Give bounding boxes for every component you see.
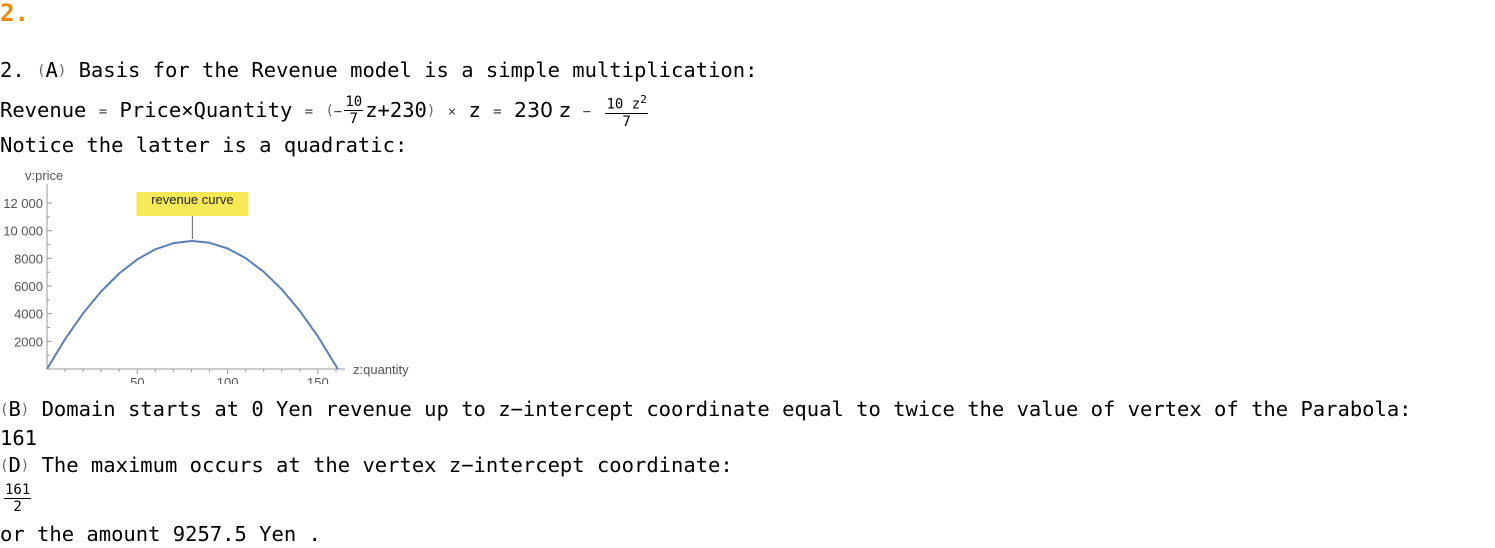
y-tick-label: 10 000	[3, 224, 43, 239]
rhs-term: 230 z	[513, 97, 571, 122]
times-sign: ×	[447, 103, 457, 120]
close-paren: )	[57, 63, 67, 79]
part-b-letter: B	[8, 397, 21, 421]
vertex-fraction: 161 2	[4, 482, 32, 515]
y-tick-label: 6000	[14, 279, 43, 294]
quadratic-fraction: 10 z2 7	[605, 92, 648, 130]
chart-ticks: 50 100 150 2000 4000 6000 8000 10 000 12 000	[3, 196, 337, 384]
x-tick-label: 150	[307, 375, 329, 384]
part-b-text: Domain starts at 0 Yen revenue up to z−i…	[41, 397, 1412, 421]
quadratic-denominator: 7	[622, 113, 631, 130]
linear-term: z+230	[365, 97, 427, 122]
y-tick-label: 4000	[14, 307, 43, 322]
quadratic-numerator: 10 z2	[605, 92, 648, 114]
slope-fraction: 10 7	[344, 94, 364, 128]
part-a-letter: A	[45, 58, 58, 82]
notice-line: Notice the latter is a quadratic:	[0, 133, 408, 157]
formula-lhs: Revenue	[0, 97, 87, 122]
close-paren: )	[20, 458, 30, 474]
close-paren: )	[20, 402, 30, 418]
y-tick-label: 2000	[14, 334, 43, 349]
quadratic-numerator-base: 10 z	[606, 96, 641, 113]
x-tick-label: 50	[130, 375, 144, 384]
part-d-letter: D	[8, 453, 21, 477]
minus-sign: −	[333, 103, 343, 120]
open-paren: (	[325, 102, 334, 119]
revenue-curve-line	[46, 239, 339, 370]
vertex-numerator: 161	[4, 482, 32, 499]
y-tick-label: 12 000	[3, 196, 43, 211]
formula-product: Price×Quantity	[119, 97, 293, 122]
vertex-fraction-line: 161 2	[4, 482, 32, 515]
part-a-prefix: 2.	[0, 58, 25, 82]
x-tick-label: 100	[217, 375, 239, 384]
part-d-text: The maximum occurs at the vertex z−inter…	[41, 453, 733, 477]
y-tick-label: 8000	[14, 251, 43, 266]
domain-value: 161	[0, 426, 38, 450]
equals-sign: =	[304, 103, 314, 120]
annotation-label: revenue curve	[151, 192, 233, 207]
part-b-line: (B) Domain starts at 0 Yen revenue up to…	[0, 397, 1412, 422]
chart-annotation: revenue curve	[136, 192, 249, 239]
x-axis-label: z:quantity	[353, 362, 409, 377]
section-heading: 2.	[0, 0, 29, 27]
vertex-denominator: 2	[13, 499, 22, 515]
closing-line: or the amount 9257.5 Yen .	[0, 522, 321, 546]
part-a-text: Basis for the Revenue model is a simple …	[78, 58, 758, 82]
minus-sign: −	[582, 103, 592, 120]
equals-sign: =	[98, 103, 108, 120]
slope-denominator: 7	[349, 111, 358, 128]
part-d-line: (D) The maximum occurs at the vertex z−i…	[0, 453, 733, 478]
revenue-formula: Revenue = Price×Quantity = (− 10 7 z+230) ×…	[0, 92, 650, 130]
z-variable: z	[468, 97, 481, 122]
slope-numerator: 10	[344, 94, 364, 112]
quadratic-exponent: 2	[640, 93, 647, 106]
close-paren: )	[426, 102, 436, 119]
chart-series	[46, 239, 339, 370]
equals-sign: =	[493, 103, 502, 120]
revenue-chart: z:quantity v:price 50 100 150 2000 4000 6000 80…	[3, 168, 409, 384]
part-a-line: 2. (A) Basis for the Revenue model is a …	[0, 58, 757, 83]
y-axis-label: v:price	[25, 168, 63, 183]
